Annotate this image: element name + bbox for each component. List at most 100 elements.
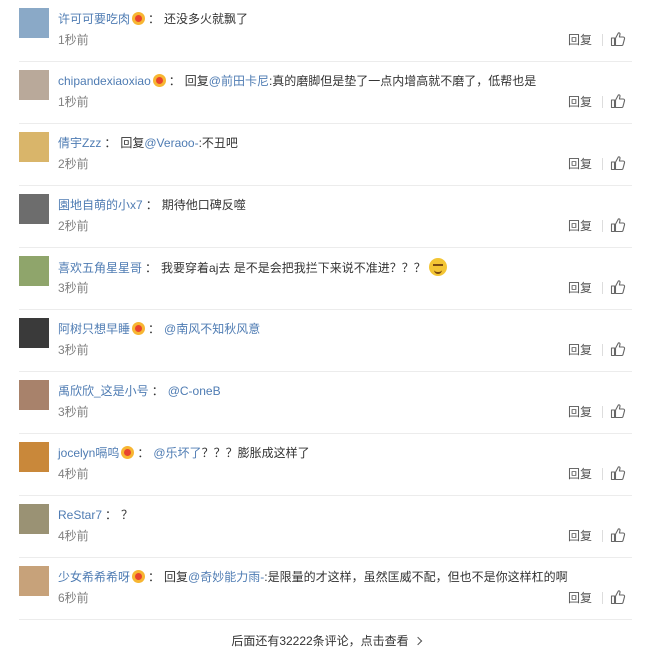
reply-button[interactable]: 回复: [568, 156, 592, 172]
mention-link[interactable]: @奇妙能力雨-: [188, 570, 264, 584]
colon: ：: [151, 384, 164, 398]
like-icon[interactable]: [610, 527, 626, 543]
comment-line: 许可可要吃肉 ：还没多火就飘了: [58, 10, 612, 28]
reply-button[interactable]: 回复: [568, 466, 592, 482]
reply-button[interactable]: 回复: [568, 32, 592, 48]
avatar[interactable]: [19, 380, 49, 410]
avatar[interactable]: [19, 442, 49, 472]
colon: ：: [104, 136, 117, 150]
vip-crown-icon: [132, 322, 146, 335]
comment-line: 喜欢五角星星哥：我要穿着aj去 是不是会把我拦下来说不准进？？？: [58, 258, 612, 277]
username-link[interactable]: chipandexiaoxiao: [58, 74, 151, 88]
avatar[interactable]: [19, 70, 49, 100]
comment-line: 少女希希希呀 ：回复@奇妙能力雨-:是限量的才这样，虽然匡威不配，但也不是你这样杠…: [58, 568, 612, 586]
avatar[interactable]: [19, 318, 49, 348]
grin-emoji-icon: [428, 258, 447, 276]
reply-prefix: 回复: [164, 570, 189, 584]
colon: ：: [148, 322, 161, 336]
reply-button[interactable]: 回复: [568, 280, 592, 296]
avatar[interactable]: [19, 256, 49, 286]
like-icon[interactable]: [610, 155, 626, 171]
mention-link[interactable]: @乐坏了: [153, 446, 201, 460]
divider: [602, 34, 603, 46]
comment-item: chipandexiaoxiao：回复@前田卡尼:真的磨脚但是垫了一点内增高就不…: [0, 62, 652, 124]
row-separator: [19, 619, 632, 620]
comment-item: 许可可要吃肉 ：还没多火就飘了 1秒前 回复: [0, 0, 652, 62]
username-link[interactable]: 倩宇Zzz: [58, 136, 101, 150]
comment-text: 期待他口碑反噬: [161, 198, 246, 212]
colon: ：: [145, 261, 158, 275]
comment-line: 禹欣欣_这是小号： @C-oneB: [58, 382, 612, 400]
avatar[interactable]: [19, 132, 49, 162]
comment-time: 3秒前: [58, 281, 89, 295]
reply-button[interactable]: 回复: [568, 590, 592, 606]
divider: [602, 530, 603, 542]
username-link[interactable]: 園地自萌的小x7: [58, 198, 143, 212]
comment-line: chipandexiaoxiao ：回复@前田卡尼:真的磨脚但是垫了一点内增高就不…: [58, 72, 612, 90]
like-icon[interactable]: [610, 403, 626, 419]
comment-item: 禹欣欣_这是小号： @C-oneB 3秒前 回复: [0, 372, 652, 434]
reply-button[interactable]: 回复: [568, 528, 592, 544]
divider: [602, 158, 603, 170]
reply-button[interactable]: 回复: [568, 94, 592, 110]
colon: ：: [148, 12, 161, 26]
chevron-right-icon: [413, 636, 422, 646]
comment-text: ？: [121, 508, 134, 522]
comment-text: 还没多火就飘了: [164, 12, 249, 26]
username-link[interactable]: ReStar7: [58, 508, 102, 522]
avatar[interactable]: [19, 194, 49, 224]
divider: [602, 592, 603, 604]
colon: ：: [145, 198, 158, 212]
reply-button[interactable]: 回复: [568, 404, 592, 420]
mention-link[interactable]: @C-oneB: [168, 384, 221, 398]
load-more-link[interactable]: 后面还有32222条评论，点击查看: [0, 628, 652, 655]
comment-line: 倩宇Zzz：回复@Veraoo-:不丑吧: [58, 134, 612, 152]
like-icon[interactable]: [610, 341, 626, 357]
comment-time: 2秒前: [58, 219, 89, 233]
comment-line: 阿树只想早睡 ： @南风不知秋风意: [58, 320, 612, 338]
avatar[interactable]: [19, 566, 49, 596]
like-icon[interactable]: [610, 279, 626, 295]
vip-crown-icon: [121, 446, 135, 459]
load-more-label: 后面还有32222条评论，点击查看: [231, 634, 409, 648]
divider: [602, 468, 603, 480]
comment-time: 3秒前: [58, 405, 89, 419]
mention-link[interactable]: @前田卡尼: [209, 74, 269, 88]
comment-line: ReStar7：？: [58, 506, 612, 524]
colon: ：: [148, 570, 161, 584]
comment-item: 喜欢五角星星哥：我要穿着aj去 是不是会把我拦下来说不准进？？？ 3秒前 回复: [0, 248, 652, 310]
comment-text: ？？？膨胀成这样了: [201, 446, 310, 460]
comment-item: ReStar7：？ 4秒前 回复: [0, 496, 652, 558]
comment-time: 4秒前: [58, 529, 89, 543]
mention-link[interactable]: @Veraoo-: [144, 136, 198, 150]
like-icon[interactable]: [610, 217, 626, 233]
avatar[interactable]: [19, 8, 49, 38]
reply-button[interactable]: 回复: [568, 218, 592, 234]
vip-crown-icon: [132, 570, 146, 583]
vip-crown-icon: [132, 12, 146, 25]
comment-item: 倩宇Zzz：回复@Veraoo-:不丑吧 2秒前 回复: [0, 124, 652, 186]
reply-button[interactable]: 回复: [568, 342, 592, 358]
like-icon[interactable]: [610, 589, 626, 605]
divider: [602, 282, 603, 294]
username-link[interactable]: 阿树只想早睡: [58, 322, 130, 336]
vip-crown-icon: [152, 74, 166, 87]
username-link[interactable]: jocelyn嗝呜: [58, 446, 119, 460]
comment-text: :是限量的才这样，虽然匡威不配，但也不是你这样杠的啊: [264, 570, 568, 584]
comment-item: 阿树只想早睡 ： @南风不知秋风意 3秒前 回复: [0, 310, 652, 372]
divider: [602, 344, 603, 356]
avatar[interactable]: [19, 504, 49, 534]
comment-time: 4秒前: [58, 467, 89, 481]
username-link[interactable]: 许可可要吃肉: [58, 12, 130, 26]
comment-line: 園地自萌的小x7：期待他口碑反噬: [58, 196, 612, 214]
divider: [602, 406, 603, 418]
mention-link[interactable]: @南风不知秋风意: [164, 322, 260, 336]
like-icon[interactable]: [610, 465, 626, 481]
like-icon[interactable]: [610, 31, 626, 47]
username-link[interactable]: 少女希希希呀: [58, 570, 130, 584]
comment-time: 2秒前: [58, 157, 89, 171]
colon: ：: [105, 508, 118, 522]
like-icon[interactable]: [610, 93, 626, 109]
username-link[interactable]: 喜欢五角星星哥: [58, 261, 142, 275]
username-link[interactable]: 禹欣欣_这是小号: [58, 384, 149, 398]
